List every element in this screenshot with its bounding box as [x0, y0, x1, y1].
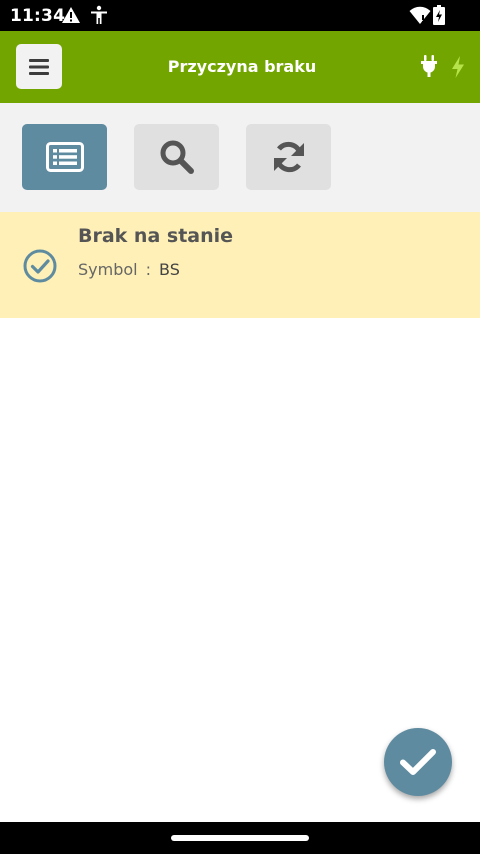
battery-charging-icon: [433, 5, 445, 25]
menu-button[interactable]: [16, 44, 62, 89]
search-button[interactable]: [134, 124, 219, 190]
symbol-separator: :: [145, 260, 151, 279]
nav-bar: [0, 822, 480, 854]
hamburger-icon: [29, 58, 49, 75]
check-circle-icon: [23, 249, 57, 283]
search-icon: [160, 140, 194, 174]
refresh-button[interactable]: [246, 124, 331, 190]
page-title: Przyczyna braku: [167, 57, 317, 76]
plug-icon: [421, 55, 437, 77]
item-title: Brak na stanie: [78, 225, 234, 247]
warning-icon: [62, 7, 80, 23]
app-header: Przyczyna braku: [0, 31, 480, 103]
home-gesture-handle[interactable]: [171, 835, 309, 841]
list-item[interactable]: Brak na stanie Symbol: BS: [0, 212, 480, 318]
accessibility-icon: [91, 5, 107, 24]
checkmark-icon: [400, 749, 436, 775]
toolbar: [0, 103, 480, 212]
list-icon: [45, 142, 84, 172]
bolt-icon: [452, 56, 464, 78]
symbol-label: Symbol: [78, 260, 138, 279]
refresh-icon: [273, 141, 304, 173]
status-bar: 11:34: [0, 0, 480, 31]
symbol-value: BS: [159, 260, 180, 279]
status-time: 11:34: [10, 6, 66, 26]
wifi-icon: [409, 6, 431, 25]
list-view-button[interactable]: [22, 124, 107, 190]
confirm-fab-button[interactable]: [384, 728, 452, 796]
item-symbol: Symbol: BS: [78, 260, 180, 279]
